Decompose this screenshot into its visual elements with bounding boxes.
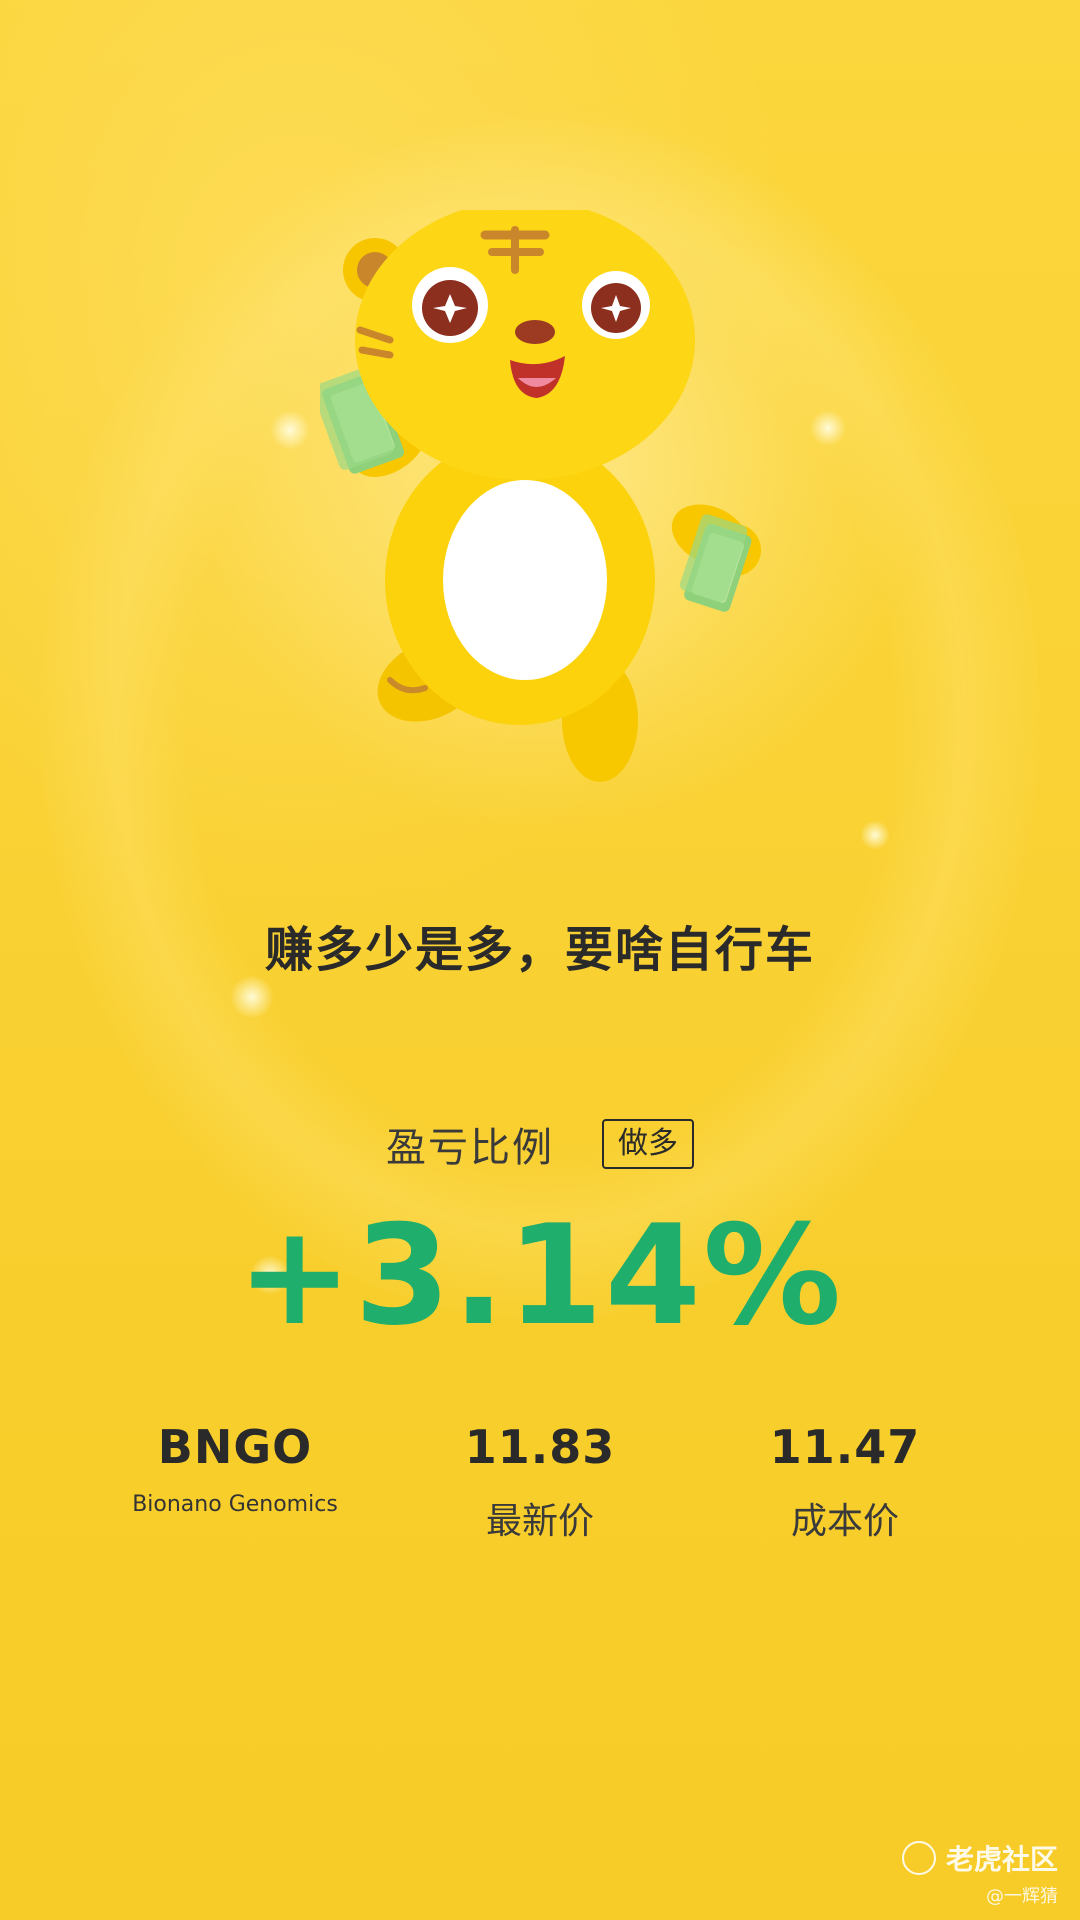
sparkle	[810, 410, 846, 446]
sparkle	[860, 820, 890, 850]
latest-price-value: 11.83	[464, 1420, 616, 1474]
stock-info: BNGO Bionano Genomics	[110, 1420, 360, 1517]
latest-price-label: 最新价	[485, 1501, 594, 1542]
cost-price: 11.47 成本价	[745, 1420, 945, 1544]
tagline: 赚多少是多，要啥自行车	[264, 922, 815, 978]
author-watermark: @一辉猜	[986, 1886, 1058, 1907]
pnl-percentage: +3.14%	[236, 1195, 844, 1356]
tiger-community-logo-icon	[901, 1841, 936, 1875]
position-direction-badge: 做多	[602, 1119, 694, 1169]
brand-name: 老虎社区	[945, 1843, 1058, 1876]
pnl-ratio-row: 盈亏比例 做多	[0, 1115, 1080, 1173]
brand: 老虎社区	[901, 1838, 1058, 1878]
stock-name: Bionano Genomics	[132, 1492, 338, 1517]
cost-price-value: 11.47	[769, 1420, 921, 1474]
stock-symbol: BNGO	[157, 1420, 313, 1474]
tiger-mascot-icon	[320, 210, 761, 782]
sparkle	[270, 410, 310, 450]
pnl-ratio-label: 盈亏比例	[386, 1125, 554, 1171]
cost-price-label: 成本价	[790, 1501, 899, 1542]
latest-price: 11.83 最新价	[440, 1420, 640, 1544]
sparkle	[230, 975, 274, 1019]
